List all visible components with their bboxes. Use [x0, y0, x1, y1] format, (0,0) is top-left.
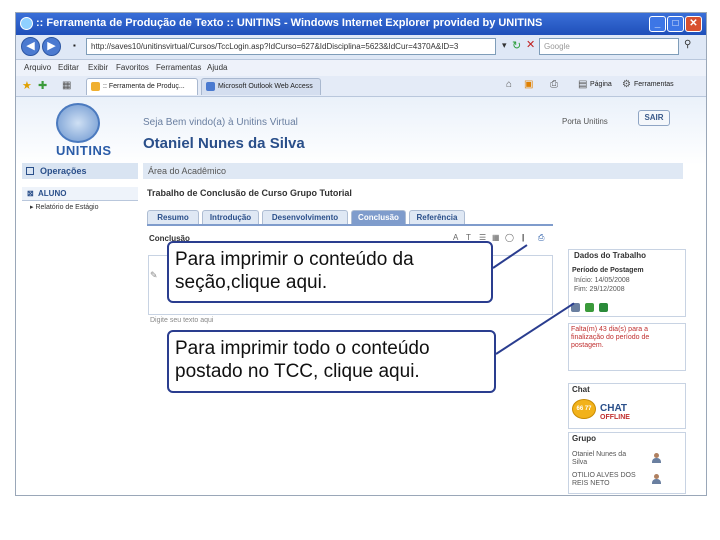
ie-page-icon: ▪ — [73, 41, 76, 50]
menu-favoritos[interactable]: Favoritos — [116, 63, 149, 72]
page-menu[interactable]: Página — [590, 81, 612, 88]
tab-referencia[interactable]: Referência — [409, 210, 465, 224]
sidebar-role-label: ALUNO — [38, 189, 67, 198]
back-button[interactable]: ◀ — [21, 37, 40, 56]
separator-icon: | — [522, 233, 525, 242]
periodo-title: Período de Postagem — [572, 267, 644, 274]
sidebar-item-relatorio[interactable]: ▸ Relatório de Estágio — [30, 203, 99, 211]
member-icon — [652, 474, 661, 484]
menu-arquivo[interactable]: Arquivo — [24, 63, 51, 72]
user-name: Otaniel Nunes da Silva — [143, 135, 305, 152]
maximize-button[interactable]: □ — [667, 16, 684, 32]
tab-label: :: Ferramenta de Produç... — [103, 83, 185, 90]
chat-title: Chat — [572, 385, 590, 394]
refresh-icon[interactable]: ↻ — [512, 39, 521, 52]
tab-conclusao[interactable]: Conclusão — [351, 210, 406, 224]
menu-bar: Arquivo Editar Exibir Favoritos Ferramen… — [16, 60, 706, 76]
breadcrumb: Trabalho de Conclusão de Curso Grupo Tut… — [147, 188, 352, 198]
search-input[interactable]: Google — [539, 38, 679, 55]
search-icon[interactable]: ⚲ — [684, 39, 691, 50]
home-icon[interactable]: ⌂ — [506, 79, 512, 90]
ie-icon — [20, 17, 33, 30]
tab-label: Microsoft Outlook Web Access — [218, 83, 313, 90]
tab-underline — [147, 224, 553, 226]
sidebar-heading-label: Operações — [40, 166, 87, 176]
portal-link[interactable]: Porta Unitins — [562, 117, 608, 126]
address-input[interactable]: http://saves10/unitinsvirtual/Cursos/Tcc… — [86, 38, 496, 55]
table-icon[interactable]: ▦ — [492, 233, 500, 242]
menu-exibir[interactable]: Exibir — [88, 63, 108, 72]
menu-editar[interactable]: Editar — [58, 63, 79, 72]
tools-icon[interactable]: ⚙ — [622, 79, 631, 90]
menu-ferramentas[interactable]: Ferramentas — [156, 63, 201, 72]
tab-outlook[interactable]: Microsoft Outlook Web Access — [201, 78, 321, 95]
print-icon[interactable]: ⎙ — [550, 79, 558, 90]
quick-tabs-icon[interactable]: ▦ — [62, 80, 71, 91]
forward-button[interactable]: ▶ — [42, 37, 61, 56]
logout-button[interactable]: SAIR — [638, 110, 670, 126]
title-bar: :: Ferramenta de Produção de Texto :: UN… — [16, 13, 706, 35]
member-name: Otaniel Nunes da Silva — [572, 451, 627, 466]
member-name: OTILIO ALVES DOS REIS NETO — [572, 472, 636, 487]
tab-resumo[interactable]: Resumo — [147, 210, 199, 224]
feeds-icon[interactable]: ▣ — [524, 79, 533, 90]
role-icon: ⊠ — [27, 189, 34, 198]
logo-text: UNITINS — [56, 143, 112, 158]
tab-introducao[interactable]: Introdução — [202, 210, 259, 224]
dados-title: Dados do Trabalho — [574, 251, 647, 260]
site-header: UNITINS Seja Bem vindo(a) à Unitins Virt… — [16, 97, 706, 165]
inicio-date: Início: 14/05/2008 — [574, 277, 630, 284]
print-section-icon[interactable]: ⎙ — [538, 233, 544, 243]
sidebar-heading: Operações — [22, 163, 138, 179]
member-icon — [652, 453, 661, 463]
window-title: :: Ferramenta de Produção de Texto :: UN… — [36, 17, 543, 29]
minimize-button[interactable]: _ — [649, 16, 666, 32]
tab-favicon — [206, 82, 215, 91]
favorites-star-icon[interactable]: ★ — [22, 79, 32, 92]
sidebar-item-label: Relatório de Estágio — [35, 204, 99, 211]
tab-row: ★ ✚ ▦ :: Ferramenta de Produç... Microso… — [16, 76, 706, 97]
unitins-logo — [56, 103, 100, 143]
add-favorite-icon[interactable]: ✚ — [38, 79, 47, 92]
area-heading: Área do Acadêmico — [143, 163, 683, 179]
fim-date: Fim: 29/12/2008 — [574, 286, 625, 293]
callout-print-all: Para imprimir todo o conteúdo postado no… — [167, 330, 496, 393]
grupo-title: Grupo — [572, 434, 596, 443]
sidebar-role[interactable]: ⊠ ALUNO — [22, 187, 138, 201]
save-icon[interactable] — [585, 303, 594, 312]
address-dropdown-icon[interactable]: ▾ — [502, 40, 507, 51]
deadline-warning: Falta(m) 43 dia(s) para a finalização do… — [571, 326, 650, 349]
tab-favicon — [91, 82, 100, 91]
stop-icon[interactable]: ✕ — [526, 38, 535, 51]
editor-placeholder: Digite seu texto aqui — [150, 317, 214, 324]
collapse-icon[interactable] — [26, 167, 34, 175]
chat-label[interactable]: CHAT — [600, 403, 627, 414]
close-button[interactable]: ✕ — [685, 16, 702, 32]
menu-ajuda[interactable]: Ajuda — [207, 63, 227, 72]
tab-desenvolvimento[interactable]: Desenvolvimento — [262, 210, 348, 224]
tab-ferramenta[interactable]: :: Ferramenta de Produç... — [86, 78, 198, 95]
comment-icon[interactable]: ◯ — [505, 233, 514, 242]
welcome-text: Seja Bem vindo(a) à Unitins Virtual — [143, 117, 298, 128]
address-row: ◀ ▶ ▪ http://saves10/unitinsvirtual/Curs… — [16, 35, 706, 60]
callout-print-section: Para imprimir o conteúdo da seção,clique… — [167, 241, 493, 303]
page-icon[interactable]: ▤ — [578, 79, 587, 90]
chat-bubble-icon[interactable]: 66 77 — [572, 399, 596, 419]
export-icon[interactable] — [599, 303, 608, 312]
chat-status: OFFLINE — [600, 414, 630, 421]
tools-menu[interactable]: Ferramentas — [634, 81, 674, 88]
